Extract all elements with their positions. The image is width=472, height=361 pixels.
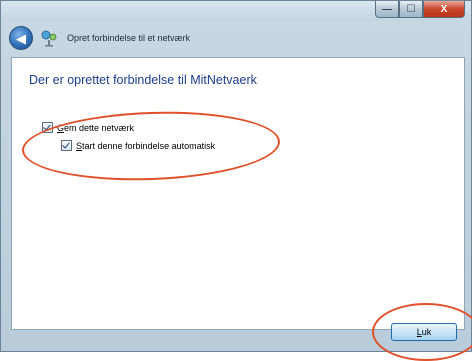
minimize-button[interactable]: — [375,1,399,18]
auto-connect-checkbox[interactable] [61,140,72,151]
wizard-title: Opret forbindelse til et netværk [67,33,191,43]
network-icon [39,28,59,48]
page-title: Der er oprettet forbindelse til MitNetva… [29,73,257,87]
save-network-checkbox[interactable] [42,122,53,133]
wizard-nav-row: ◀ Opret forbindelse til et netværk [9,23,464,53]
maximize-button[interactable]: ☐ [399,1,423,18]
save-network-label: Gem dette netværk [57,122,135,133]
close-button[interactable]: Luk [391,323,457,341]
dialog-window: — ☐ X ◀ Opret forbindelse til et netværk… [0,0,472,352]
back-arrow-icon[interactable]: ◀ [9,26,33,50]
auto-connect-checkbox-row[interactable]: Start denne forbindelse automatisk [61,140,215,151]
title-bar[interactable]: — ☐ X [1,1,471,21]
caption-buttons: — ☐ X [375,1,465,19]
content-panel: Der er oprettet forbindelse til MitNetva… [11,57,465,330]
auto-connect-label: Start denne forbindelse automatisk [76,140,216,151]
save-network-checkbox-row[interactable]: Gem dette netværk [42,122,134,133]
close-button-label: Luk [416,327,432,337]
close-window-button[interactable]: X [423,1,465,18]
